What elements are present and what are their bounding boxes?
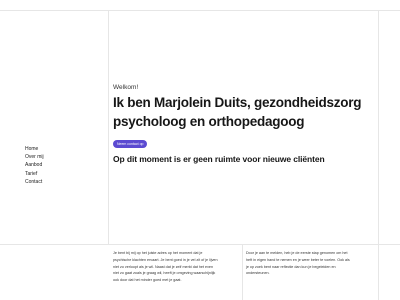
nav-item-aanbod[interactable]: Aanbod (25, 161, 44, 169)
top-divider (0, 10, 400, 11)
nav-item-tarief[interactable]: Tarief (25, 170, 44, 178)
text-columns-divider (242, 244, 243, 300)
right-column-divider (378, 10, 379, 300)
main-nav: Home Over mij Aanbod Tarief Contact (25, 145, 44, 186)
paragraph-line: je op zoek bent naar reflectie dan kun j… (246, 264, 336, 269)
nav-column-divider (108, 10, 109, 245)
page-title: Ik ben Marjolein Duits, gezondheidszorg … (113, 95, 362, 129)
welcome-text: Welkom! (113, 84, 139, 91)
paragraph-line: ook door dat het minder goed met je gaat… (113, 278, 182, 283)
paragraph-line: niet zo gaat zoals je graag wil, heeft j… (113, 271, 216, 276)
intro-text-right: Door je aan te melden, heb je de eerste … (246, 250, 350, 277)
paragraph-line: psychische klachten ervaart. Je bent goe… (113, 257, 218, 262)
content-divider (0, 244, 400, 245)
contact-button[interactable]: Neem contact op (113, 140, 148, 148)
intro-text-left: Je bent bij mij op het juiste adres op h… (113, 250, 218, 284)
nav-item-over-mij[interactable]: Over mij (25, 153, 44, 161)
paragraph-line: niet zo verloopt als je wil. Naast dat j… (113, 264, 214, 269)
paragraph-line: Je bent bij mij op het juiste adres op h… (113, 251, 203, 255)
nav-item-home[interactable]: Home (25, 145, 44, 153)
availability-notice: Op dit moment is er geen ruimte voor nie… (113, 154, 325, 164)
nav-item-contact[interactable]: Contact (25, 178, 44, 186)
paragraph-line: heft in eigen hand te nemen en je weer b… (246, 257, 350, 262)
paragraph-line: Door je aan te melden, heb je de eerste … (246, 251, 348, 255)
paragraph-line: ondersteunen. (246, 271, 270, 276)
